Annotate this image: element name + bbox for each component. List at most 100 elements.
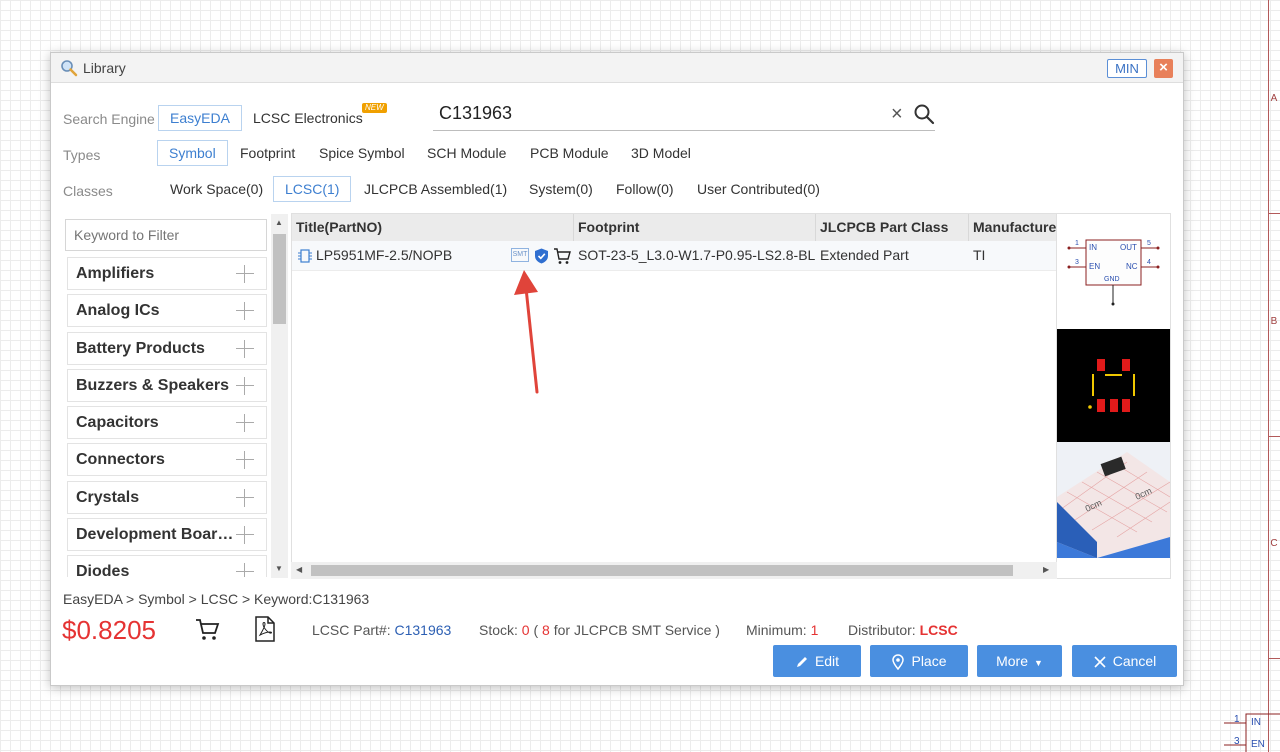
- scrollbar-thumb[interactable]: [273, 234, 286, 324]
- type-footprint-tab[interactable]: Footprint: [238, 141, 297, 167]
- column-header-manufacturer[interactable]: Manufacturer: [969, 214, 1056, 241]
- pin-label: NC: [1126, 262, 1138, 271]
- engine-lcsc-tab[interactable]: LCSC Electronics: [251, 106, 365, 132]
- category-item[interactable]: Crystals: [67, 480, 267, 514]
- category-label: Capacitors: [76, 414, 159, 432]
- expand-plus-icon[interactable]: [236, 414, 254, 433]
- type-3d-model-tab[interactable]: 3D Model: [629, 141, 693, 167]
- caret-down-icon: ▼: [1033, 658, 1043, 668]
- expand-plus-icon[interactable]: [236, 302, 254, 321]
- dialog-titlebar[interactable]: Library MIN ×: [51, 53, 1183, 83]
- edit-button[interactable]: Edit: [773, 645, 861, 677]
- smt-badge: SMT: [511, 248, 529, 262]
- table-horizontal-scrollbar[interactable]: ◀ ▶: [291, 562, 1057, 579]
- type-symbol-tab[interactable]: Symbol: [157, 140, 228, 166]
- class-jlcpcb-assembled-tab[interactable]: JLCPCB Assembled(1): [362, 177, 509, 203]
- more-label: More: [996, 653, 1028, 669]
- schematic-border-tick: [1268, 658, 1280, 659]
- cell-part-class[interactable]: Extended Part: [816, 241, 969, 271]
- close-button[interactable]: ×: [1154, 59, 1173, 78]
- scroll-down-arrow-icon[interactable]: ▼: [275, 564, 283, 573]
- symbol-preview[interactable]: 1 3 5 4 IN EN OUT NC GND: [1057, 214, 1170, 329]
- lcsc-part-number[interactable]: C131963: [394, 622, 451, 638]
- column-header-footprint[interactable]: Footprint: [574, 214, 816, 241]
- stock-smt-text: for JLCPCB SMT Service ): [553, 622, 720, 638]
- schematic-border-tick: [1268, 436, 1280, 437]
- scroll-right-arrow-icon[interactable]: ▶: [1043, 565, 1049, 574]
- scroll-up-arrow-icon[interactable]: ▲: [275, 218, 283, 227]
- type-spice-symbol-tab[interactable]: Spice Symbol: [317, 141, 407, 167]
- engine-easyeda-tab[interactable]: EasyEDA: [158, 105, 242, 131]
- classes-label: Classes: [63, 183, 113, 199]
- category-item[interactable]: Development Boards: [67, 518, 267, 552]
- expand-plus-icon[interactable]: [236, 563, 254, 577]
- cell-manufacturer[interactable]: TI: [969, 241, 1056, 271]
- category-label: Amplifiers: [76, 265, 155, 282]
- class-user-contributed-tab[interactable]: User Contributed(0): [695, 177, 822, 203]
- schematic-pin-number: 1: [1234, 714, 1240, 725]
- preview-panel: 1 3 5 4 IN EN OUT NC GND 0cm 0cm: [1057, 213, 1171, 579]
- types-label: Types: [63, 147, 101, 163]
- category-item[interactable]: Battery Products: [67, 331, 267, 365]
- type-pcb-module-tab[interactable]: PCB Module: [528, 141, 611, 167]
- category-item[interactable]: Diodes: [67, 555, 267, 577]
- add-to-cart-icon[interactable]: [553, 247, 571, 268]
- column-header-title[interactable]: Title(PartNO): [292, 214, 574, 241]
- dialog-title: Library: [83, 60, 126, 76]
- class-follow-tab[interactable]: Follow(0): [614, 177, 676, 203]
- category-item[interactable]: Connectors: [67, 443, 267, 477]
- category-label: Buzzers & Speakers: [76, 376, 229, 394]
- category-list: Amplifiers Analog ICs Battery Products B…: [67, 257, 267, 577]
- class-workspace-tab[interactable]: Work Space(0): [168, 177, 265, 203]
- category-item[interactable]: Amplifiers: [67, 257, 267, 290]
- schematic-pin-label: IN: [1251, 717, 1261, 728]
- schematic-pin-number: 3: [1234, 736, 1240, 747]
- category-item[interactable]: Buzzers & Speakers: [67, 368, 267, 402]
- cell-title[interactable]: LP5951MF-2.5/NOPB: [312, 241, 512, 271]
- minimum-info: Minimum: 1: [746, 622, 818, 638]
- pdf-datasheet-icon[interactable]: [254, 616, 276, 645]
- category-label: Crystals: [76, 488, 140, 506]
- type-sch-module-tab[interactable]: SCH Module: [425, 141, 508, 167]
- schematic-part-partial[interactable]: 1 3 IN EN: [1224, 712, 1280, 752]
- column-header-part-class[interactable]: JLCPCB Part Class: [816, 214, 969, 241]
- cart-icon[interactable]: [194, 616, 220, 645]
- class-system-tab[interactable]: System(0): [527, 177, 595, 203]
- category-scrollbar[interactable]: ▲ ▼: [271, 214, 288, 578]
- magnifier-icon: [60, 59, 78, 80]
- scrollbar-thumb[interactable]: [311, 565, 1013, 576]
- expand-plus-icon[interactable]: [236, 488, 254, 507]
- search-icon[interactable]: [913, 103, 935, 128]
- stock-paren: (: [533, 622, 539, 638]
- expand-plus-icon[interactable]: [236, 265, 254, 283]
- clear-icon[interactable]: ×: [891, 104, 903, 124]
- footprint-preview[interactable]: [1057, 329, 1170, 442]
- expand-plus-icon[interactable]: [236, 376, 254, 395]
- category-item[interactable]: Capacitors: [67, 406, 267, 440]
- pin-number: 1: [1075, 240, 1079, 247]
- more-button[interactable]: More ▼: [977, 645, 1062, 677]
- breadcrumb: EasyEDA > Symbol > LCSC > Keyword:C13196…: [63, 591, 370, 607]
- expand-plus-icon[interactable]: [236, 526, 254, 545]
- class-lcsc-tab[interactable]: LCSC(1): [273, 176, 352, 202]
- category-item[interactable]: Analog ICs: [67, 294, 267, 328]
- expand-plus-icon[interactable]: [236, 339, 254, 358]
- edit-label: Edit: [814, 653, 840, 669]
- 3d-model-preview[interactable]: 0cm 0cm: [1057, 442, 1170, 558]
- schematic-sheet-border: [1268, 0, 1280, 752]
- library-dialog: Library MIN × Search Engine EasyEDA LCSC…: [50, 52, 1184, 686]
- expand-plus-icon[interactable]: [236, 451, 254, 470]
- minimize-button[interactable]: MIN: [1107, 59, 1147, 78]
- place-button[interactable]: Place: [870, 645, 968, 677]
- stock-smt-count: 8: [542, 622, 550, 638]
- schematic-zone-letter: B: [1270, 316, 1278, 327]
- cancel-button[interactable]: Cancel: [1072, 645, 1177, 677]
- pin-number: 5: [1147, 240, 1151, 247]
- schematic-zone-letter: C: [1270, 538, 1278, 549]
- stock-info: Stock: 0 ( 8 for JLCPCB SMT Service ): [479, 622, 720, 638]
- table-row[interactable]: LP5951MF-2.5/NOPB SMT SOT-23-5_L3.0-W1.7…: [292, 241, 1056, 271]
- cell-footprint[interactable]: SOT-23-5_L3.0-W1.7-P0.95-LS2.8-BL: [574, 241, 816, 271]
- scroll-left-arrow-icon[interactable]: ◀: [296, 565, 302, 574]
- search-input[interactable]: [439, 103, 879, 124]
- keyword-filter-input[interactable]: [65, 219, 267, 251]
